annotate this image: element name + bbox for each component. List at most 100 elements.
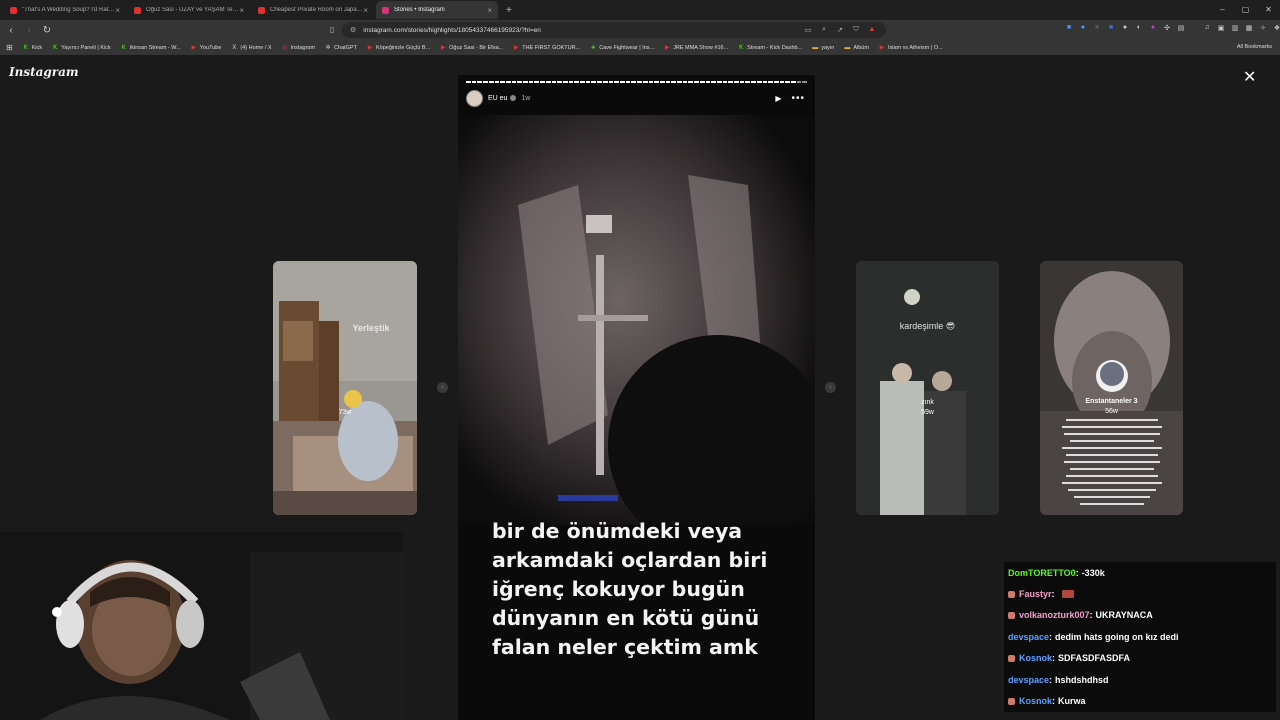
bookmark-item[interactable]: K Ikinsan Stream - W... [121, 45, 181, 51]
bookmark-item[interactable]: ▬ yayın [812, 45, 834, 51]
more-options-button[interactable]: ••• [791, 93, 805, 104]
story-viewer[interactable]: EU eu 1w ▶ ••• bir de önümdeki veya arkam… [458, 75, 815, 720]
apps-icon[interactable]: ⊞ [6, 43, 13, 52]
address-bar[interactable]: ⚙ instagram.com/stories/highlights/18054… [342, 22, 886, 38]
chat-username[interactable]: Kosnok [1019, 653, 1052, 663]
tab-3[interactable]: Stories • Instagram × [376, 1, 498, 19]
share-icon[interactable]: ↗ [832, 26, 848, 34]
progress-segment [705, 81, 711, 83]
avatar[interactable] [466, 89, 483, 107]
progress-segment [500, 81, 505, 83]
chat-text: dedim hats going on kız dedi [1055, 631, 1179, 642]
new-tab-button[interactable]: + [506, 5, 512, 16]
bookmark-favicon-icon: ▶ [191, 44, 197, 51]
forward-icon[interactable]: › [22, 25, 36, 36]
bookmark-label: Köpeğinizle Güçlü B... [376, 44, 431, 51]
media-icon[interactable]: ♫ [1200, 24, 1214, 36]
chat-badge-icon [1008, 697, 1015, 705]
webcam-image [0, 532, 403, 720]
extension-icon-4[interactable]: ■ [1104, 24, 1118, 36]
zoom-icon[interactable]: ⌕ [816, 26, 832, 34]
alert-icon[interactable]: ▲ [864, 26, 880, 34]
maximize-button[interactable]: ▢ [1234, 0, 1257, 20]
bookmark-item[interactable]: ▬ Albüm [844, 45, 869, 51]
tab-search-icon[interactable]: ▦ [1242, 24, 1256, 36]
tab-close-icon[interactable]: × [487, 6, 492, 15]
progress-segment [545, 81, 551, 83]
cast-icon[interactable]: ▭ [800, 26, 816, 34]
instagram-logo[interactable]: Instagram [9, 65, 79, 79]
chat-username[interactable]: devspace [1008, 632, 1049, 642]
chat-username[interactable]: Faustyr [1019, 589, 1052, 599]
story-username[interactable]: EU eu [488, 95, 507, 102]
tab-0[interactable]: "That's A Wedding Soup? I'd Rather... × [4, 1, 126, 19]
bookmark-favicon-icon: ▶ [513, 44, 519, 51]
chat-separator: : [1049, 674, 1053, 685]
tab-favicon-icon [10, 6, 17, 14]
progress-segment [785, 81, 791, 83]
tab-2[interactable]: Cheapest Private Room on Japan's C...× [252, 1, 374, 19]
progress-segment [523, 81, 528, 83]
bookmark-item[interactable]: ♣ Cave Fightwear | Ins... [590, 45, 654, 51]
tab-strip: "That's A Wedding Soup? I'd Rather... × Oğ… [0, 0, 1280, 20]
site-info-icon[interactable]: ⚙ [350, 26, 356, 34]
bookmark-item[interactable]: ▶ THE FIRST GOKTUR... [513, 45, 580, 51]
previous-story-arrow[interactable]: ‹ [437, 382, 448, 393]
extension-icon-7[interactable]: ● [1146, 24, 1160, 36]
chat-message: volkanozturk007: UKRAYNACA [1004, 604, 1276, 627]
chat-username[interactable]: devspace [1008, 675, 1049, 685]
minimize-button[interactable]: – [1211, 0, 1234, 20]
progress-segment [574, 81, 580, 83]
progress-segment [745, 81, 751, 83]
story-thumbnail-right-1[interactable]: kardeşimle 😎 zınk 59w [856, 261, 999, 515]
close-window-button[interactable]: ✕ [1257, 0, 1280, 20]
puzzle-icon-2[interactable]: ✧ [1256, 24, 1270, 36]
progress-segment [505, 81, 511, 83]
bookmark-item[interactable]: ▶ Islam vs Atheism | O... [879, 45, 943, 51]
bookmark-item[interactable]: K Kick [23, 45, 42, 51]
tab-close-icon[interactable]: × [239, 6, 244, 15]
tab-title: Oğuz Sasi - UZAY ve YAŞAM Teorileri [146, 7, 240, 13]
bookmark-item[interactable]: ▶ YouTube [191, 44, 221, 51]
bookmark-item[interactable]: X (4) Home / X [231, 45, 271, 51]
bookmark-item[interactable]: ▶ Köpeğinizle Güçlü B... [367, 45, 430, 51]
extension-icon-1[interactable]: ■ [1062, 24, 1076, 36]
extension-icon-6[interactable]: ◐ [1132, 24, 1146, 36]
instagram-page: Instagram ✕ Yerleştik 73w ‹ › EU eu 1w ▶… [0, 55, 1280, 720]
tab-close-icon[interactable]: × [115, 6, 120, 15]
bookmark-page-icon[interactable]: ▯ [330, 25, 334, 34]
reload-icon[interactable]: ↻ [40, 25, 54, 36]
play-button[interactable]: ▶ [775, 94, 781, 103]
extensions-icon[interactable]: ❖ [1270, 24, 1280, 36]
tab-1[interactable]: Oğuz Sasi - UZAY ve YAŞAM Teorileri × [128, 1, 250, 19]
caption-line: iğrenç kokuyor bugün [492, 577, 745, 601]
close-story-button[interactable]: ✕ [1243, 67, 1256, 87]
extension-icon-5[interactable]: ● [1118, 24, 1132, 36]
back-icon[interactable]: ‹ [4, 25, 18, 36]
bookmark-item[interactable]: K Yayıncı Paneli | Kick [52, 45, 111, 51]
bookmark-item[interactable]: ◎ Instagram [282, 45, 315, 51]
chat-badge-icon [1008, 611, 1015, 619]
tab-close-icon[interactable]: × [363, 6, 368, 15]
chat-username[interactable]: Kosnok [1019, 696, 1052, 706]
chat-username[interactable]: DomTORETTO0 [1008, 568, 1076, 578]
side-panel-icon[interactable]: ▥ [1228, 24, 1242, 36]
all-bookmarks-link[interactable]: All Bookmarks [1237, 40, 1272, 55]
extensions-area: ■ ● ■ ■ ● ◐ ● ✣ ▤ ♫ ▣ ▥ ▦ ✧ ❖ ◉ ≡ [1062, 24, 1280, 36]
story-thumbnail-left[interactable]: Yerleştik 73w [273, 261, 417, 515]
bookmark-item[interactable]: K Stream - Kick Dashb... [738, 45, 802, 51]
story-thumbnail-right-2[interactable]: Enstantaneler 3 56w [1040, 261, 1183, 515]
extension-icon-2[interactable]: ● [1076, 24, 1090, 36]
next-story-arrow[interactable]: › [825, 382, 836, 393]
shield-icon[interactable]: ⛉ [848, 26, 864, 34]
progress-segment [768, 81, 773, 83]
puzzle-icon[interactable]: ✣ [1160, 24, 1174, 36]
chat-username[interactable]: volkanozturk007 [1019, 610, 1090, 620]
extension-icon-3[interactable]: ■ [1090, 24, 1104, 36]
bookmark-item[interactable]: ▶ Oğuz Sasi - Bir Efsa... [440, 45, 503, 51]
download-icon[interactable]: ▤ [1174, 24, 1188, 36]
reading-list-icon[interactable]: ▣ [1214, 24, 1228, 36]
chat-message: Kosnok: Kurwa [1004, 690, 1276, 712]
bookmark-item[interactable]: ▶ JRE MMA Show #16... [664, 45, 728, 51]
bookmark-item[interactable]: ✲ ChatGPT [325, 45, 357, 51]
